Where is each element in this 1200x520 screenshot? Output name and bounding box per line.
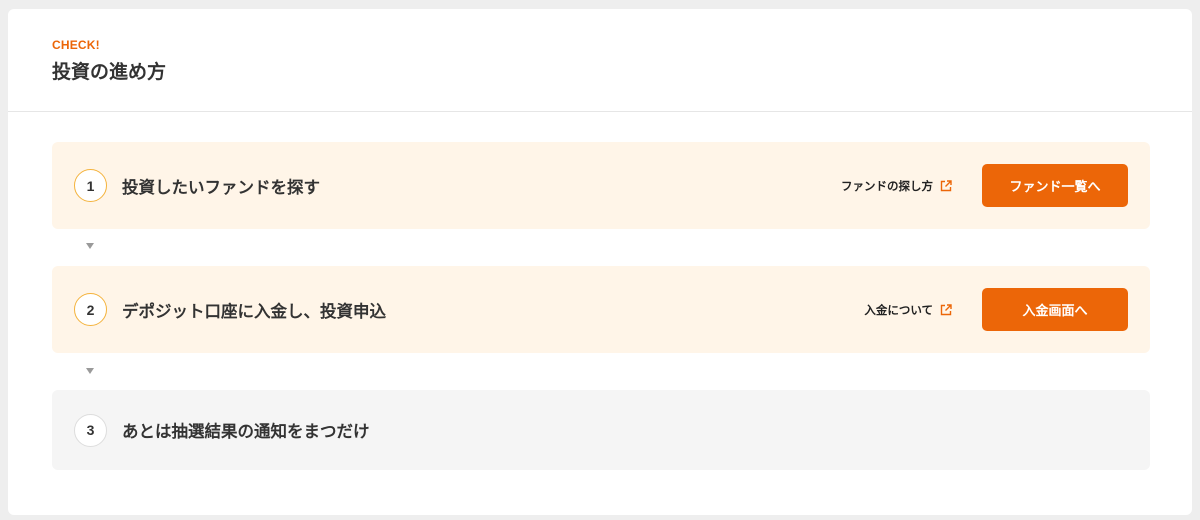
step-1: 1 投資したいファンドを探す ファンドの探し方 ファンド一覧へ bbox=[52, 142, 1150, 229]
help-link-label: ファンドの探し方 bbox=[841, 178, 933, 193]
help-link-label: 入金について bbox=[864, 302, 933, 317]
fund-list-button[interactable]: ファンド一覧へ bbox=[982, 164, 1128, 207]
down-triangle-icon bbox=[86, 243, 94, 249]
step-3: 3 あとは抽選結果の通知をまつだけ bbox=[52, 390, 1150, 470]
step-number-badge: 1 bbox=[74, 169, 107, 202]
steps-card: CHECK! 投資の進め方 1 投資したいファンドを探す ファンドの探し方 ファ… bbox=[8, 9, 1192, 515]
down-triangle-icon bbox=[86, 368, 94, 374]
step-title: あとは抽選結果の通知をまつだけ bbox=[122, 422, 370, 441]
step-number-badge: 2 bbox=[74, 293, 107, 326]
how-to-find-fund-link[interactable]: ファンドの探し方 bbox=[841, 178, 952, 194]
external-link-icon bbox=[940, 179, 952, 191]
step-number-badge: 3 bbox=[74, 413, 107, 447]
step-title: デポジット口座に入金し、投資申込 bbox=[122, 301, 386, 321]
about-deposit-link[interactable]: 入金について bbox=[864, 302, 952, 318]
step-2: 2 デポジット口座に入金し、投資申込 入金について 入金画面へ bbox=[52, 266, 1150, 353]
page-title: 投資の進め方 bbox=[52, 61, 167, 83]
step-title: 投資したいファンドを探す bbox=[122, 177, 320, 197]
deposit-screen-button[interactable]: 入金画面へ bbox=[982, 288, 1128, 331]
check-eyebrow: CHECK! bbox=[52, 38, 100, 52]
card-header: CHECK! 投資の進め方 bbox=[8, 9, 1192, 112]
external-link-icon bbox=[940, 303, 952, 315]
